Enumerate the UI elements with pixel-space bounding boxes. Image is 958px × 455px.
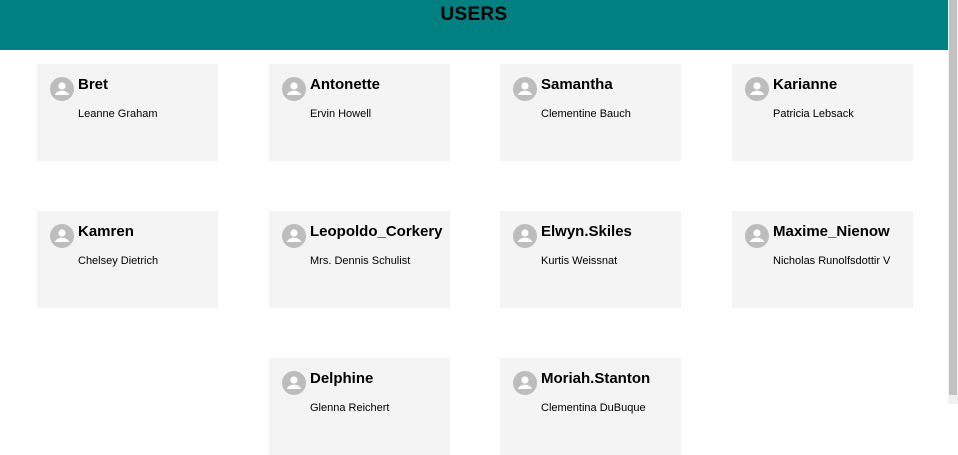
user-fullname: Kurtis Weissnat — [541, 255, 618, 267]
user-card[interactable]: Leopoldo_Corkery Mrs. Dennis Schulist — [269, 211, 450, 308]
user-fullname: Ervin Howell — [310, 108, 372, 120]
user-username: Delphine — [310, 370, 374, 387]
user-card[interactable]: Delphine Glenna Reichert — [269, 358, 450, 455]
app-header: USERS — [0, 0, 948, 50]
user-fullname: Patricia Lebsack — [773, 108, 854, 120]
user-card[interactable]: Kamren Chelsey Dietrich — [37, 211, 218, 308]
user-username: Elwyn.Skiles — [541, 223, 632, 240]
user-username: Leopoldo_Corkery — [310, 223, 443, 240]
user-avatar-icon — [513, 77, 537, 101]
user-avatar-icon — [513, 224, 537, 248]
user-username: Maxime_Nienow — [773, 223, 890, 240]
user-avatar-icon — [282, 77, 306, 101]
user-username: Moriah.Stanton — [541, 370, 651, 387]
user-card[interactable]: Maxime_Nienow Nicholas Runolfsdottir V — [732, 211, 913, 308]
user-card[interactable]: Samantha Clementine Bauch — [500, 64, 681, 161]
user-avatar-icon — [745, 224, 769, 248]
vertical-scrollbar[interactable] — [948, 0, 958, 404]
user-fullname: Mrs. Dennis Schulist — [310, 255, 411, 267]
user-avatar-icon — [50, 77, 74, 101]
user-username: Karianne — [773, 76, 838, 93]
user-avatar-icon — [282, 224, 306, 248]
scrollbar-thumb[interactable] — [949, 0, 957, 395]
page-title: USERS — [440, 4, 508, 25]
user-avatar-icon — [745, 77, 769, 101]
user-fullname: Chelsey Dietrich — [78, 255, 159, 267]
user-username: Kamren — [78, 223, 134, 240]
user-card[interactable]: Moriah.Stanton Clementina DuBuque — [500, 358, 681, 455]
user-username: Samantha — [541, 76, 613, 93]
user-fullname: Clementine Bauch — [541, 108, 631, 120]
user-avatar-icon — [513, 371, 537, 395]
user-fullname: Leanne Graham — [78, 108, 158, 120]
user-card[interactable]: Karianne Patricia Lebsack — [732, 64, 913, 161]
user-fullname: Nicholas Runolfsdottir V — [773, 255, 891, 267]
user-avatar-icon — [282, 371, 306, 395]
user-username: Bret — [78, 76, 109, 93]
user-card[interactable]: Elwyn.Skiles Kurtis Weissnat — [500, 211, 681, 308]
user-avatar-icon — [50, 224, 74, 248]
user-card[interactable]: Antonette Ervin Howell — [269, 64, 450, 161]
user-username: Antonette — [310, 76, 380, 93]
user-card[interactable]: Bret Leanne Graham — [37, 64, 218, 161]
